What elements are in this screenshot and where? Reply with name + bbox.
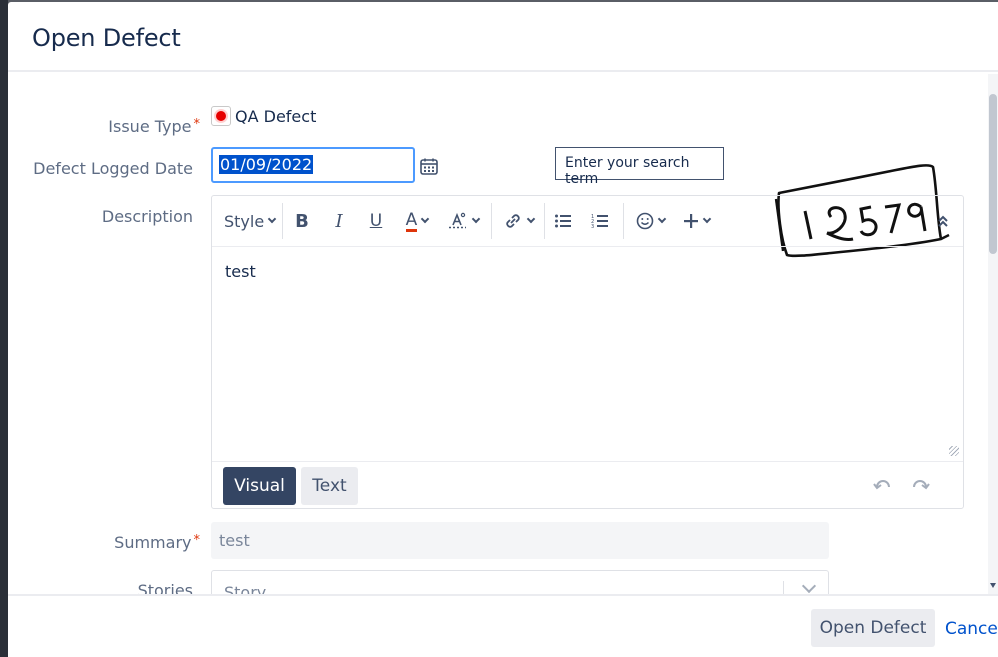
chevron-down-icon <box>702 214 711 224</box>
dialog-scrollbar[interactable] <box>988 74 998 594</box>
chevron-down-icon <box>526 214 535 224</box>
description-label: Description <box>101 207 193 226</box>
search-term-tooltip: Enter your search term <box>555 147 724 187</box>
editor-footer: Visual Text <box>212 461 963 509</box>
stories-label: Stories <box>137 581 193 594</box>
chevron-down-icon <box>421 214 430 224</box>
description-editor: Style B I U A 123 test Visual Text <box>211 195 964 509</box>
scroll-down-icon[interactable] <box>990 583 996 588</box>
issue-type-text: QA Defect <box>235 106 317 126</box>
calendar-icon[interactable] <box>420 158 438 175</box>
dialog-title: Open Defect <box>32 24 181 52</box>
description-text-area[interactable]: test <box>212 248 963 461</box>
issue-type-label: Issue Type * <box>108 117 200 136</box>
insert-more-button[interactable] <box>676 203 716 239</box>
style-dropdown[interactable]: Style <box>212 203 282 239</box>
svg-text:3: 3 <box>591 224 594 229</box>
editor-toolbar: Style B I U A 123 <box>212 196 963 247</box>
link-icon <box>505 214 520 228</box>
style-dropdown-label: Style <box>224 211 265 231</box>
logged-date-value: 01/09/2022 <box>219 155 314 174</box>
stories-select[interactable]: Story <box>211 570 829 594</box>
collapse-toolbar-button[interactable] <box>923 203 963 239</box>
plus-icon <box>683 214 698 228</box>
bullet-list-button[interactable] <box>545 203 581 239</box>
page-backdrop <box>0 0 8 657</box>
redo-icon[interactable] <box>910 478 930 492</box>
dialog-body: Issue Type * QA Defect Defect Logged Date… <box>8 74 998 594</box>
chevron-down-icon <box>471 214 480 224</box>
qa-defect-icon <box>211 106 231 126</box>
numbered-list-button[interactable]: 123 <box>581 203 619 239</box>
text-format-icon <box>448 212 466 229</box>
open-defect-dialog: Open Defect Issue Type * QA Defect Defect… <box>8 2 998 657</box>
undo-icon[interactable] <box>873 478 893 492</box>
summary-label: Summary * <box>114 533 200 552</box>
text-formatting-button[interactable] <box>439 203 487 239</box>
chevron-down-icon <box>657 214 666 224</box>
numbered-list-icon: 123 <box>591 214 608 229</box>
bullet-list-icon <box>555 214 571 228</box>
emoji-icon <box>636 212 653 230</box>
visual-mode-tab[interactable]: Visual <box>223 467 296 505</box>
summary-field[interactable]: test <box>211 522 829 559</box>
emoji-button[interactable] <box>624 203 676 239</box>
text-color-label: A <box>405 209 418 232</box>
open-defect-button[interactable]: Open Defect <box>811 609 935 647</box>
double-chevron-up-icon <box>938 215 948 227</box>
cancel-link[interactable]: Cancel <box>945 619 998 639</box>
italic-button[interactable]: I <box>321 203 357 239</box>
resize-grip-icon[interactable] <box>949 446 959 456</box>
bold-button[interactable]: B <box>283 203 321 239</box>
dialog-header: Open Defect <box>8 2 998 72</box>
stories-placeholder: Story <box>224 583 267 594</box>
select-divider <box>783 581 784 594</box>
text-mode-tab[interactable]: Text <box>301 467 358 505</box>
dialog-footer: Open Defect Cancel <box>8 594 998 657</box>
issue-type-value: QA Defect <box>211 106 316 126</box>
underline-button[interactable]: U <box>357 203 395 239</box>
chevron-down-icon <box>267 214 277 224</box>
chevron-down-icon[interactable] <box>801 578 817 594</box>
logged-date-input[interactable]: 01/09/2022 <box>211 147 415 183</box>
text-color-button[interactable]: A <box>395 203 439 239</box>
logged-date-label: Defect Logged Date <box>33 159 193 178</box>
link-button[interactable] <box>492 203 544 239</box>
scrollbar-thumb[interactable] <box>989 94 997 254</box>
